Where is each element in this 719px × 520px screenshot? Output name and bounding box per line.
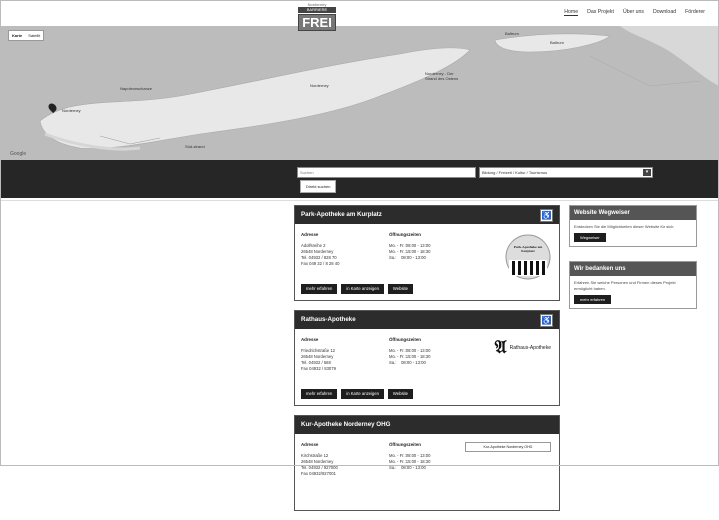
guide-box-text: Entdecken Sie die Möglichkeiten dieser W…	[574, 224, 675, 229]
thanks-more-button[interactable]: mehr erfahren	[574, 295, 612, 304]
thanks-box-text: Erfahren Sie welche Personen und Firmen …	[574, 280, 676, 291]
nav-das-projekt[interactable]: Das Projekt	[587, 9, 614, 16]
search-bar: Suchen Bildung / Freizeit / Kultur / Tou…	[0, 160, 719, 198]
show-on-map-button[interactable]: in Karte anzeigen	[341, 389, 384, 399]
listing-card: Rathaus-Apotheke ♿ Adresse Friedrichstra…	[294, 310, 560, 406]
guide-box-title: Website Wegweiser	[570, 206, 696, 220]
logo-badge: BARRIERE	[298, 7, 336, 13]
thanks-box-title: Wir bedanken uns	[570, 262, 696, 276]
search-input[interactable]: Suchen	[297, 167, 476, 178]
address-block: Adresse Friedrichstraße 12 26548 Nordern…	[301, 337, 336, 371]
map-label-strand: Norderney - Der Strand des Ostens	[425, 71, 459, 81]
map-type-karte[interactable]: Karte	[9, 31, 25, 40]
listing-body: Adresse Friedrichstraße 12 26548 Nordern…	[295, 329, 559, 405]
google-attribution: Google	[10, 151, 27, 157]
hours-block: Öffnungszeiten Mo. - Fr.:08:00 - 13:00 M…	[389, 442, 431, 470]
category-select[interactable]: Bildung / Freizeit / Kultur / Tourismus …	[479, 167, 653, 178]
map-canvas	[0, 26, 719, 160]
listing-body: Adresse Adolfsreihe 2 26548 Norderney Te…	[295, 224, 559, 300]
hours-block: Öffnungszeiten Mo. - Fr.:08:00 - 13:00 M…	[389, 337, 431, 365]
more-info-button[interactable]: mehr erfahren	[301, 389, 338, 399]
divider	[0, 200, 719, 201]
address-block: Adresse Adolfsreihe 2 26548 Norderney Te…	[301, 232, 340, 266]
wheelchair-icon: ♿	[540, 209, 553, 222]
guide-box: Website Wegweiser Entdecken Sie die Mögl…	[569, 205, 697, 247]
map-label-suedstrand: Süd-strand	[185, 144, 205, 149]
map-label-norderney: Norderney	[310, 83, 329, 88]
hours-block: Öffnungszeiten Mo. - Fr.:08:00 - 13:00 M…	[389, 232, 431, 260]
listing-column: Park-Apotheke am Kurplatz ♿ Adresse Adol…	[294, 205, 560, 520]
nav-home[interactable]: Home	[564, 9, 579, 16]
map-label-baltrum-2: Baltrum	[550, 40, 564, 45]
map-label-baltrum: Baltrum	[505, 31, 519, 36]
nav-foerderer[interactable]: Förderer	[685, 9, 705, 16]
thanks-box: Wir bedanken uns Erfahren Sie welche Per…	[569, 261, 697, 309]
site-logo[interactable]: Norderney BARRIERE FREI	[298, 2, 336, 36]
pharmacy-logo: 𝔄 Rathaus-Apotheke	[494, 337, 551, 357]
address-block: Adresse Kirchstraße 12 26548 Norderney T…	[301, 442, 338, 476]
chevron-down-icon: ▾	[643, 169, 651, 176]
map-type-satellit[interactable]: Satellit	[25, 31, 43, 40]
nav-ueber-uns[interactable]: Über uns	[623, 9, 644, 16]
listing-card: Kur-Apotheke Norderney OHG Adresse Kirch…	[294, 415, 560, 511]
nav-download[interactable]: Download	[653, 9, 676, 16]
main-menu: Home Das Projekt Über uns Download Förde…	[564, 9, 705, 16]
logo-word: FREI	[298, 14, 336, 31]
listing-title: Rathaus-Apotheke ♿	[295, 311, 559, 329]
map[interactable]: Karte Satellit Baltrum Baltrum Norderney…	[0, 26, 719, 160]
website-button[interactable]: Website	[387, 389, 413, 399]
pharmacy-logo: Kur-Apotheke Norderney OHG	[465, 442, 551, 452]
pharmacy-logo: Park-Apotheke am Kurplatz	[505, 234, 551, 285]
more-info-button[interactable]: mehr erfahren	[301, 284, 338, 294]
listing-title: Kur-Apotheke Norderney OHG	[295, 416, 559, 434]
show-on-map-button[interactable]: in Karte anzeigen	[341, 284, 384, 294]
listing-actions: mehr erfahren in Karte anzeigen Website	[301, 284, 413, 294]
direct-search-button[interactable]: Direkt suchen	[300, 180, 337, 193]
guide-button[interactable]: Wegweiser	[574, 233, 606, 242]
map-type-toggle: Karte Satellit	[8, 30, 45, 41]
top-navbar: Norderney BARRIERE FREI Home Das Projekt…	[0, 0, 719, 31]
wheelchair-icon: ♿	[540, 314, 553, 327]
listing-actions: mehr erfahren in Karte anzeigen Website	[301, 389, 413, 399]
apotheke-a-icon: 𝔄	[494, 337, 507, 357]
listing-title: Park-Apotheke am Kurplatz ♿	[295, 206, 559, 224]
listing-card: Park-Apotheke am Kurplatz ♿ Adresse Adol…	[294, 205, 560, 301]
category-select-value: Bildung / Freizeit / Kultur / Tourismus	[482, 170, 548, 175]
listing-body: Adresse Kirchstraße 12 26548 Norderney T…	[295, 434, 559, 510]
map-label-norderney-town: Norderney	[62, 108, 81, 113]
website-button[interactable]: Website	[387, 284, 413, 294]
sidebar: Website Wegweiser Entdecken Sie die Mögl…	[569, 205, 697, 317]
map-label-schanze: Napoleonschanze	[120, 86, 153, 91]
